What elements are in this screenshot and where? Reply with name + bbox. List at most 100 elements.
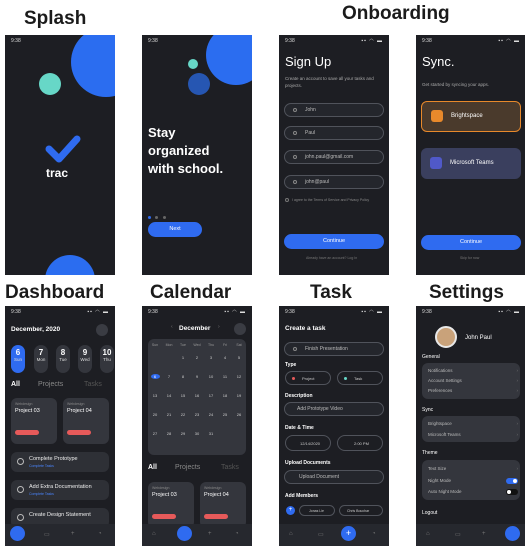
add-member-button[interactable]: + bbox=[286, 506, 295, 515]
login-link[interactable]: Already have an account? Log In bbox=[306, 256, 357, 260]
home-nav-icon[interactable]: ⌂ bbox=[289, 531, 293, 537]
calendar-nav-icon[interactable]: ▭ bbox=[455, 531, 461, 538]
calendar-day[interactable]: 22 bbox=[176, 412, 190, 417]
username-field[interactable]: john@paul bbox=[284, 175, 384, 189]
calendar-day[interactable]: 13 bbox=[148, 393, 162, 398]
brightspace-option[interactable]: Brightspace bbox=[421, 101, 521, 132]
profile-nav-icon[interactable]: ◔ bbox=[98, 531, 102, 537]
next-month-icon[interactable]: › bbox=[218, 324, 220, 330]
task-row[interactable]: Complete Prototype Complete Tasks bbox=[11, 452, 109, 472]
date-chip[interactable]: 9 Wed bbox=[78, 345, 92, 373]
calendar-day[interactable]: 26 bbox=[232, 412, 246, 417]
calendar-day[interactable]: 30 bbox=[190, 431, 204, 436]
profile-nav-icon[interactable] bbox=[505, 526, 520, 541]
date-chip-selected[interactable]: 6 Sun bbox=[11, 345, 25, 373]
auto-night-toggle[interactable] bbox=[506, 489, 518, 495]
calendar-day[interactable]: 29 bbox=[176, 431, 190, 436]
bell-icon[interactable] bbox=[234, 323, 246, 335]
calendar-day[interactable]: 6 bbox=[150, 374, 160, 379]
text-size-row[interactable]: Text Size › bbox=[422, 464, 520, 473]
add-nav-icon[interactable]: + bbox=[71, 531, 75, 537]
date-chip[interactable]: 10 Thu bbox=[100, 345, 114, 373]
tab-tasks[interactable]: Tasks bbox=[221, 464, 239, 471]
tab-projects[interactable]: Projects bbox=[38, 381, 63, 388]
account-settings-row[interactable]: Account Settings › bbox=[422, 376, 520, 385]
calendar-day[interactable]: 25 bbox=[218, 412, 232, 417]
calendar-day[interactable]: 7 bbox=[162, 374, 176, 379]
calendar-day[interactable]: 12 bbox=[232, 374, 246, 379]
teams-row[interactable]: Microsoft Teams › bbox=[422, 430, 520, 439]
calendar-day[interactable]: 3 bbox=[204, 355, 218, 360]
type-project-chip[interactable]: Project bbox=[285, 371, 331, 385]
calendar-day[interactable]: 11 bbox=[218, 374, 232, 379]
project-card[interactable]: Webdesign Project 04 bbox=[200, 482, 246, 528]
email-field[interactable]: john.paul@gmail.com bbox=[284, 150, 384, 164]
task-row[interactable]: Add Extra Documentation Complete Tasks bbox=[11, 480, 109, 500]
profile-nav-icon[interactable]: ◔ bbox=[235, 531, 239, 537]
terms-checkbox[interactable] bbox=[285, 198, 289, 202]
teams-option[interactable]: Microsoft Teams bbox=[421, 148, 521, 179]
calendar-day[interactable]: 24 bbox=[204, 412, 218, 417]
home-icon[interactable] bbox=[10, 526, 25, 541]
upload-field[interactable]: Upload Document bbox=[284, 470, 384, 484]
project-card[interactable]: Webdesign Project 03 bbox=[148, 482, 194, 528]
tab-all[interactable]: All bbox=[11, 381, 20, 388]
calendar-day[interactable]: 2 bbox=[190, 355, 204, 360]
tab-tasks[interactable]: Tasks bbox=[84, 381, 102, 388]
brightspace-row[interactable]: Brightspace › bbox=[422, 419, 520, 428]
preferences-row[interactable]: Preferences › bbox=[422, 386, 520, 395]
project-card[interactable]: Webdesign Project 04 bbox=[63, 398, 109, 444]
calendar-day[interactable]: 9 bbox=[190, 374, 204, 379]
continue-button[interactable]: Continue bbox=[421, 235, 521, 250]
date-chip[interactable]: 7 Mon bbox=[34, 345, 48, 373]
last-name-field[interactable]: Paul bbox=[284, 126, 384, 140]
profile-nav-icon[interactable]: ◔ bbox=[372, 531, 376, 537]
prev-month-icon[interactable]: ‹ bbox=[171, 324, 173, 330]
calendar-day[interactable]: 5 bbox=[232, 355, 246, 360]
add-nav-icon[interactable]: + bbox=[208, 531, 212, 537]
first-name-field[interactable]: John bbox=[284, 103, 384, 117]
skip-link[interactable]: Skip for now bbox=[460, 256, 479, 260]
project-card[interactable]: Webdesign Project 03 bbox=[11, 398, 57, 444]
calendar-day[interactable]: 21 bbox=[162, 412, 176, 417]
calendar-day[interactable]: 8 bbox=[176, 374, 190, 379]
time-field[interactable]: 2:00 PM bbox=[337, 435, 383, 451]
calendar-nav-icon[interactable]: ▭ bbox=[44, 531, 50, 538]
home-nav-icon[interactable]: ⌂ bbox=[152, 531, 156, 537]
type-task-chip[interactable]: Task bbox=[337, 371, 383, 385]
calendar-day[interactable]: 28 bbox=[162, 431, 176, 436]
member-chip[interactable]: Jonas Lie bbox=[299, 505, 335, 516]
calendar-day[interactable]: 15 bbox=[176, 393, 190, 398]
date-field[interactable]: 12/14/2020 bbox=[285, 435, 331, 451]
continue-button[interactable]: Continue bbox=[284, 234, 384, 249]
task-name-field[interactable]: Finish Presentation bbox=[284, 342, 384, 356]
calendar-day[interactable]: 20 bbox=[148, 412, 162, 417]
calendar-day[interactable]: 27 bbox=[148, 431, 162, 436]
calendar-day[interactable]: 1 bbox=[176, 355, 190, 360]
add-nav-icon[interactable]: + bbox=[341, 526, 356, 541]
logout-link[interactable]: Logout bbox=[422, 510, 437, 516]
calendar-nav-icon[interactable] bbox=[177, 526, 192, 541]
bell-icon[interactable] bbox=[96, 324, 108, 336]
add-nav-icon[interactable]: + bbox=[482, 531, 486, 537]
night-mode-toggle[interactable] bbox=[506, 478, 518, 484]
calendar-day[interactable]: 4 bbox=[218, 355, 232, 360]
calendar-day[interactable]: 18 bbox=[218, 393, 232, 398]
avatar[interactable] bbox=[435, 326, 457, 348]
member-chip[interactable]: Chris Bouchar bbox=[339, 505, 383, 516]
calendar-day[interactable]: 23 bbox=[190, 412, 204, 417]
description-field[interactable]: Add Prototype Video bbox=[284, 402, 384, 416]
calendar-day[interactable]: 14 bbox=[162, 393, 176, 398]
date-chip[interactable]: 8 Tue bbox=[56, 345, 70, 373]
calendar-day[interactable]: 17 bbox=[204, 393, 218, 398]
home-nav-icon[interactable]: ⌂ bbox=[426, 531, 430, 537]
calendar-day[interactable]: 16 bbox=[190, 393, 204, 398]
notifications-row[interactable]: Notifications › bbox=[422, 366, 520, 375]
calendar-day[interactable]: 31 bbox=[204, 431, 218, 436]
calendar-nav-icon[interactable]: ▭ bbox=[318, 531, 324, 538]
tab-projects[interactable]: Projects bbox=[175, 464, 200, 471]
calendar-day[interactable]: 10 bbox=[204, 374, 218, 379]
tab-all[interactable]: All bbox=[148, 464, 157, 471]
calendar-day[interactable]: 19 bbox=[232, 393, 246, 398]
next-button[interactable]: Next bbox=[148, 222, 202, 237]
